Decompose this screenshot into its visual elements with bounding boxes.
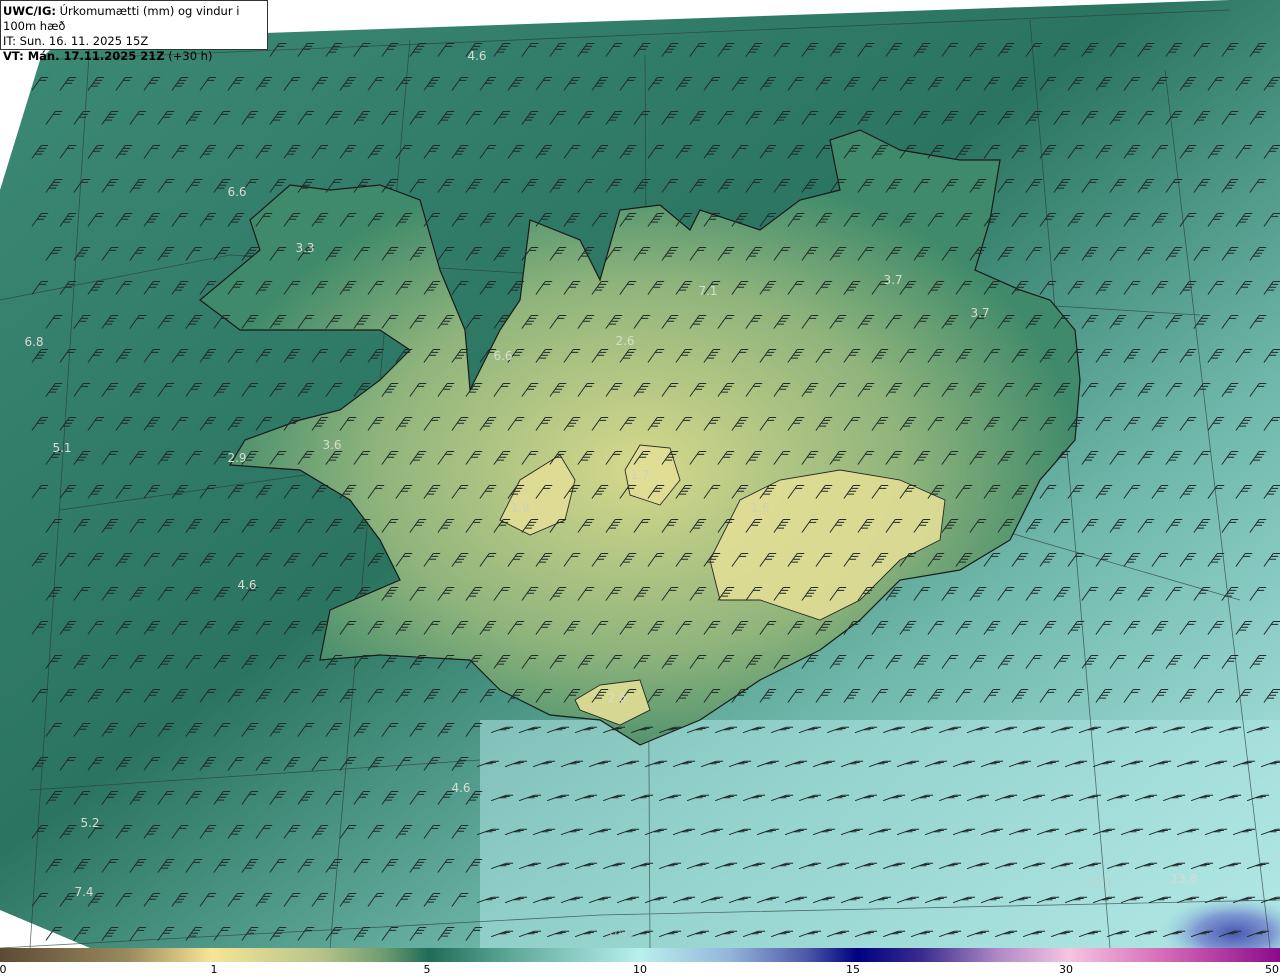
lead-time: (+30 h) xyxy=(168,49,213,63)
value-label: 10.1 xyxy=(1085,876,1113,890)
value-label: 2.6 xyxy=(615,334,635,348)
colorbar xyxy=(0,948,1280,962)
colorbar-tick: 1 xyxy=(210,963,218,976)
low-pressure-area xyxy=(900,760,1280,948)
initial-time: IT: Sun. 16. 11. 2025 15Z xyxy=(3,34,149,48)
value-label: 4.6 xyxy=(237,578,257,592)
value-label: 1.6 xyxy=(750,501,770,515)
value-label: 2.6 xyxy=(607,691,627,705)
colorbar-ticks: 0 1 5 10 15 30 50 xyxy=(0,962,1280,978)
value-label: 4.6 xyxy=(451,781,471,795)
value-label: 7.1 xyxy=(698,284,718,298)
colorbar-tick: 0 xyxy=(0,963,7,976)
value-label: 5.2 xyxy=(80,816,100,830)
colorbar-tick: 50 xyxy=(1265,963,1279,976)
value-label: 3.7 xyxy=(883,273,903,287)
valid-time-line: VT: Mán. 17.11.2025 21Z (+30 h) xyxy=(3,49,265,64)
model-name: UWC/IG: xyxy=(3,4,56,18)
colorbar-tick: 5 xyxy=(423,963,431,976)
colorbar-tick: 10 xyxy=(633,963,647,976)
value-label: 3.3 xyxy=(295,241,315,255)
value-label: 1.9 xyxy=(510,501,530,515)
value-label: 6.8 xyxy=(24,335,44,349)
value-label: 6.6 xyxy=(227,185,247,199)
value-label: 5.1 xyxy=(52,441,72,455)
value-label: 3.6 xyxy=(322,438,342,452)
value-label: 4.6 xyxy=(467,49,487,63)
map-info-box: UWC/IG: Úrkomumætti (mm) og vindur i 100… xyxy=(0,0,268,63)
colorbar-tick: 30 xyxy=(1059,963,1073,976)
valid-time: VT: Mán. 17.11.2025 21Z xyxy=(3,49,165,63)
value-label: 3.7 xyxy=(970,306,990,320)
value-label: 7.4 xyxy=(74,885,94,899)
value-label: 13.8 xyxy=(1170,872,1198,886)
value-label: 1.7 xyxy=(630,468,650,482)
value-label: 10.4 xyxy=(606,928,634,942)
title-line: UWC/IG: Úrkomumætti (mm) og vindur i 100… xyxy=(3,4,265,34)
colorbar-tick: 15 xyxy=(846,963,860,976)
value-label: 6.6 xyxy=(493,349,513,363)
value-label: 2.9 xyxy=(227,451,247,465)
